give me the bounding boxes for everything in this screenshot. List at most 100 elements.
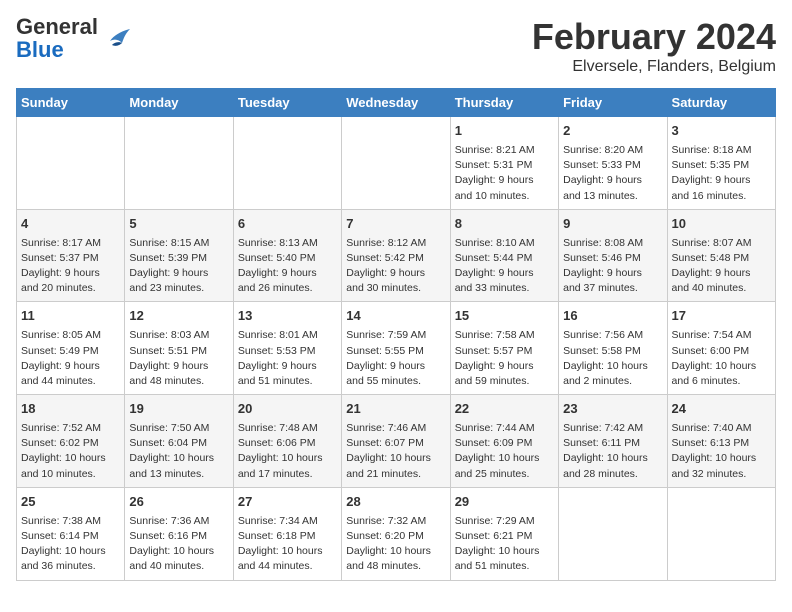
day-number: 24 [672,400,771,419]
week-row-3: 11Sunrise: 8:05 AMSunset: 5:49 PMDayligh… [17,302,776,395]
cell-text: Sunset: 6:11 PM [563,436,662,451]
col-header-tuesday: Tuesday [233,89,341,117]
calendar-cell: 1Sunrise: 8:21 AMSunset: 5:31 PMDaylight… [450,117,558,210]
cell-text: Daylight: 9 hours [455,173,554,188]
logo-general-text: General [16,14,98,39]
calendar-cell: 15Sunrise: 7:58 AMSunset: 5:57 PMDayligh… [450,302,558,395]
calendar-cell: 27Sunrise: 7:34 AMSunset: 6:18 PMDayligh… [233,487,341,580]
day-number: 12 [129,307,228,326]
calendar-cell [559,487,667,580]
day-number: 3 [672,122,771,141]
cell-text: and 44 minutes. [238,559,337,574]
calendar-cell [233,117,341,210]
cell-text: Daylight: 9 hours [238,266,337,281]
cell-text: and 13 minutes. [563,189,662,204]
cell-text: Sunset: 5:46 PM [563,251,662,266]
col-header-friday: Friday [559,89,667,117]
cell-text: Sunset: 5:53 PM [238,344,337,359]
cell-text: Sunrise: 7:40 AM [672,421,771,436]
cell-text: and 36 minutes. [21,559,120,574]
cell-text: Sunrise: 7:54 AM [672,328,771,343]
cell-text: Daylight: 9 hours [672,266,771,281]
calendar-cell: 23Sunrise: 7:42 AMSunset: 6:11 PMDayligh… [559,395,667,488]
cell-text: Sunset: 6:16 PM [129,529,228,544]
calendar-cell: 17Sunrise: 7:54 AMSunset: 6:00 PMDayligh… [667,302,775,395]
cell-text: Sunrise: 8:12 AM [346,236,445,251]
day-number: 28 [346,493,445,512]
cell-text: Sunrise: 8:17 AM [21,236,120,251]
calendar-cell: 14Sunrise: 7:59 AMSunset: 5:55 PMDayligh… [342,302,450,395]
day-number: 21 [346,400,445,419]
cell-text: Sunset: 5:44 PM [455,251,554,266]
cell-text: Daylight: 10 hours [129,544,228,559]
cell-text: Sunrise: 7:46 AM [346,421,445,436]
cell-text: Sunrise: 8:01 AM [238,328,337,343]
day-number: 11 [21,307,120,326]
cell-text: and 55 minutes. [346,374,445,389]
week-row-4: 18Sunrise: 7:52 AMSunset: 6:02 PMDayligh… [17,395,776,488]
day-number: 4 [21,215,120,234]
day-number: 19 [129,400,228,419]
cell-text: and 26 minutes. [238,281,337,296]
cell-text: and 25 minutes. [455,467,554,482]
cell-text: and 17 minutes. [238,467,337,482]
cell-text: Sunset: 5:57 PM [455,344,554,359]
day-number: 25 [21,493,120,512]
day-number: 20 [238,400,337,419]
calendar-table: SundayMondayTuesdayWednesdayThursdayFrid… [16,88,776,581]
col-header-wednesday: Wednesday [342,89,450,117]
day-number: 13 [238,307,337,326]
cell-text: Sunset: 6:20 PM [346,529,445,544]
cell-text: Daylight: 9 hours [21,266,120,281]
cell-text: and 6 minutes. [672,374,771,389]
calendar-cell: 20Sunrise: 7:48 AMSunset: 6:06 PMDayligh… [233,395,341,488]
calendar-cell: 21Sunrise: 7:46 AMSunset: 6:07 PMDayligh… [342,395,450,488]
cell-text: Sunrise: 8:15 AM [129,236,228,251]
cell-text: Sunrise: 7:34 AM [238,514,337,529]
cell-text: Daylight: 10 hours [346,544,445,559]
cell-text: and 20 minutes. [21,281,120,296]
day-number: 8 [455,215,554,234]
cell-text: Sunset: 5:58 PM [563,344,662,359]
week-row-2: 4Sunrise: 8:17 AMSunset: 5:37 PMDaylight… [17,209,776,302]
cell-text: Daylight: 9 hours [346,359,445,374]
cell-text: Daylight: 10 hours [129,451,228,466]
cell-text: Sunrise: 8:18 AM [672,143,771,158]
cell-text: Daylight: 10 hours [21,451,120,466]
calendar-cell: 29Sunrise: 7:29 AMSunset: 6:21 PMDayligh… [450,487,558,580]
cell-text: Sunrise: 8:07 AM [672,236,771,251]
calendar-cell: 26Sunrise: 7:36 AMSunset: 6:16 PMDayligh… [125,487,233,580]
cell-text: and 32 minutes. [672,467,771,482]
cell-text: and 40 minutes. [129,559,228,574]
cell-text: Daylight: 9 hours [672,173,771,188]
calendar-cell: 12Sunrise: 8:03 AMSunset: 5:51 PMDayligh… [125,302,233,395]
cell-text: Daylight: 9 hours [21,359,120,374]
cell-text: Sunrise: 8:08 AM [563,236,662,251]
day-number: 18 [21,400,120,419]
cell-text: and 48 minutes. [346,559,445,574]
day-number: 6 [238,215,337,234]
cell-text: Daylight: 9 hours [455,359,554,374]
page-header: General Blue February 2024 Elversele, Fl… [16,16,776,76]
week-row-5: 25Sunrise: 7:38 AMSunset: 6:14 PMDayligh… [17,487,776,580]
calendar-cell [667,487,775,580]
day-number: 23 [563,400,662,419]
cell-text: Daylight: 10 hours [346,451,445,466]
cell-text: and 44 minutes. [21,374,120,389]
cell-text: Sunrise: 7:58 AM [455,328,554,343]
calendar-cell: 2Sunrise: 8:20 AMSunset: 5:33 PMDaylight… [559,117,667,210]
cell-text: and 51 minutes. [455,559,554,574]
calendar-cell [342,117,450,210]
day-number: 14 [346,307,445,326]
cell-text: Daylight: 9 hours [346,266,445,281]
day-number: 17 [672,307,771,326]
cell-text: Sunset: 6:13 PM [672,436,771,451]
calendar-cell: 28Sunrise: 7:32 AMSunset: 6:20 PMDayligh… [342,487,450,580]
cell-text: Sunrise: 8:05 AM [21,328,120,343]
cell-text: Sunrise: 7:42 AM [563,421,662,436]
cell-text: Sunset: 5:37 PM [21,251,120,266]
day-number: 29 [455,493,554,512]
cell-text: Daylight: 10 hours [21,544,120,559]
day-number: 9 [563,215,662,234]
cell-text: Sunrise: 8:03 AM [129,328,228,343]
